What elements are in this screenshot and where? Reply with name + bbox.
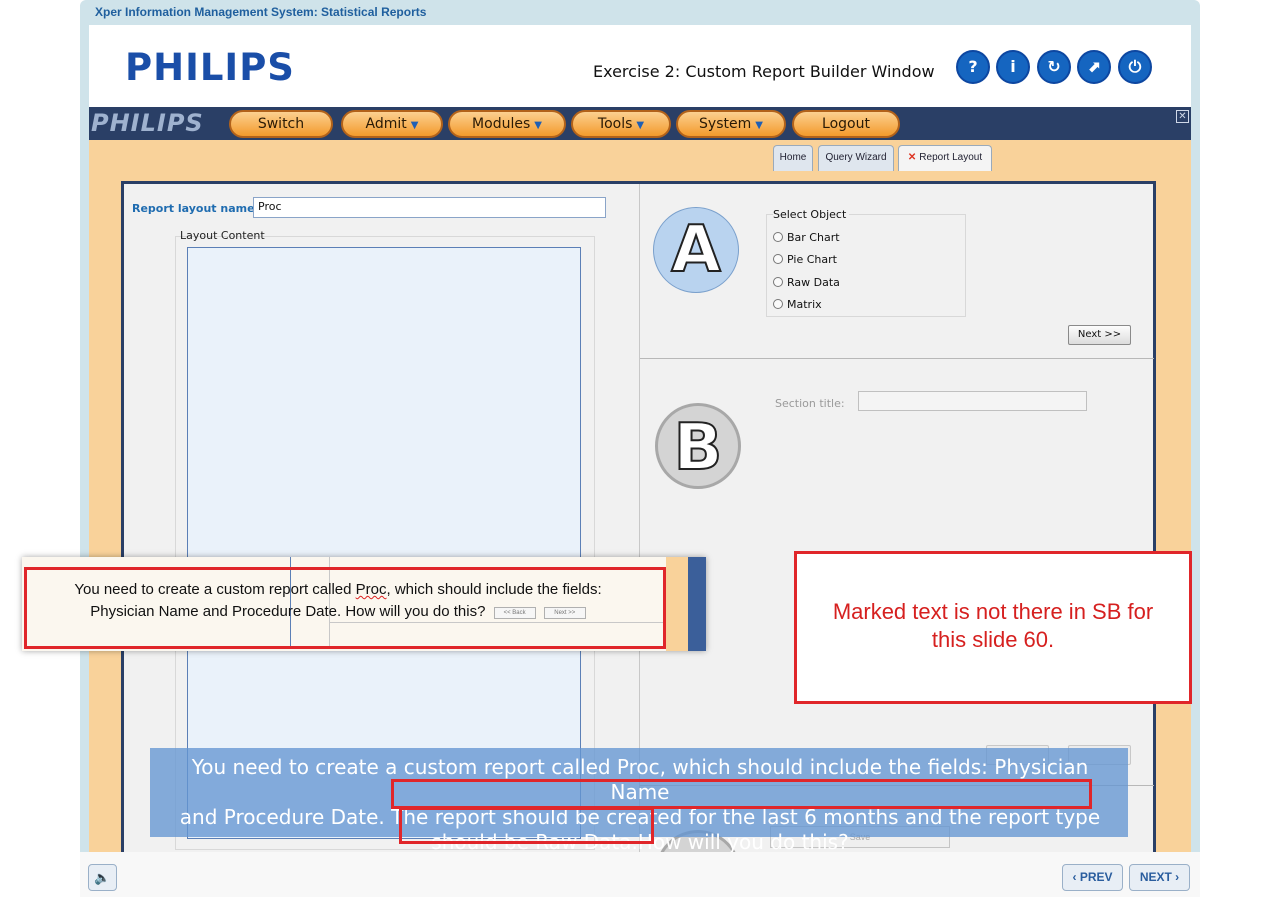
review-note-line: Marked text is not there in SB for bbox=[832, 599, 1154, 624]
power-icon[interactable]: ⏻ bbox=[1118, 50, 1152, 84]
exercise-title: Exercise 2: Custom Report Builder Window bbox=[593, 62, 935, 81]
radio-icon bbox=[773, 254, 783, 264]
select-object-title: Select Object bbox=[773, 208, 850, 221]
menu-admit-button[interactable]: Admit ▼ bbox=[341, 110, 443, 138]
tab-report-layout-label: Report Layout bbox=[919, 152, 983, 163]
tab-query-wizard[interactable]: Query Wizard bbox=[818, 145, 894, 171]
step-b-badge: B bbox=[655, 403, 741, 489]
markup-highlight bbox=[24, 567, 666, 649]
chevron-right-icon: › bbox=[1175, 870, 1180, 884]
menu-system-button[interactable]: System ▼ bbox=[676, 110, 786, 138]
chevron-down-icon: ▼ bbox=[534, 120, 542, 131]
menu-tools-label: Tools bbox=[597, 116, 633, 132]
tab-bar bbox=[89, 140, 1191, 172]
chevron-down-icon: ▼ bbox=[755, 120, 763, 131]
course-footer bbox=[80, 852, 1200, 897]
chevron-down-icon: ▼ bbox=[636, 120, 645, 131]
radio-matrix[interactable]: Matrix bbox=[773, 298, 822, 311]
prev-button[interactable]: ‹ PREV bbox=[1062, 864, 1123, 891]
slide-stage: Xper Information Management System: Stat… bbox=[0, 0, 1280, 897]
menu-logout-button[interactable]: Logout bbox=[792, 110, 900, 138]
radio-icon bbox=[773, 277, 783, 287]
markup-highlight bbox=[391, 779, 1092, 809]
tab-report-layout[interactable]: ✕ Report Layout bbox=[898, 145, 992, 171]
menu-admit-label: Admit bbox=[365, 116, 407, 132]
next-label: NEXT bbox=[1139, 870, 1172, 884]
review-note-line: this slide 60. bbox=[931, 627, 1055, 652]
radio-raw-data[interactable]: Raw Data bbox=[773, 276, 840, 289]
tab-home-label: Home bbox=[779, 152, 807, 163]
tab-home[interactable]: Home bbox=[773, 145, 813, 171]
close-tab-icon[interactable]: ✕ bbox=[908, 152, 916, 163]
radio-icon bbox=[773, 232, 783, 242]
replay-icon[interactable]: ↻ bbox=[1037, 50, 1071, 84]
radio-label: Matrix bbox=[787, 298, 822, 311]
chevron-left-icon: ‹ bbox=[1072, 870, 1077, 884]
markup-highlight bbox=[399, 807, 654, 844]
snippet-scrollbar bbox=[688, 557, 706, 651]
menu-switch-button[interactable]: Switch bbox=[229, 110, 333, 138]
next-slide-button[interactable]: NEXT › bbox=[1129, 864, 1190, 891]
radio-icon bbox=[773, 299, 783, 309]
compass-icon[interactable]: ⬈ bbox=[1077, 50, 1111, 84]
close-icon[interactable]: ✕ bbox=[1176, 110, 1189, 123]
next-button[interactable]: Next >> bbox=[1068, 325, 1131, 345]
menu-logout-label: Logout bbox=[822, 116, 870, 132]
section-title-label: Section title: bbox=[775, 397, 845, 410]
menu-modules-label: Modules bbox=[472, 116, 531, 132]
section-title-input[interactable] bbox=[858, 391, 1087, 411]
menu-system-label: System bbox=[699, 116, 752, 132]
info-icon[interactable]: i bbox=[996, 50, 1030, 84]
philips-logo: PHILIPS bbox=[125, 46, 295, 89]
divider bbox=[640, 358, 1154, 359]
prev-label: PREV bbox=[1079, 870, 1113, 884]
chevron-down-icon: ▼ bbox=[410, 120, 419, 131]
step-a-badge: A bbox=[653, 207, 739, 293]
help-icon[interactable]: ? bbox=[956, 50, 990, 84]
course-title: Xper Information Management System: Stat… bbox=[95, 5, 427, 19]
menu-modules-button[interactable]: Modules ▼ bbox=[448, 110, 566, 138]
snippet-strip bbox=[666, 557, 688, 651]
report-layout-name-label: Report layout name: bbox=[132, 202, 259, 215]
review-note: Marked text is not there in SB for this … bbox=[797, 598, 1189, 654]
menu-tools-button[interactable]: Tools ▼ bbox=[571, 110, 671, 138]
app-logo: PHILIPS bbox=[91, 109, 204, 137]
report-layout-name-input[interactable]: Proc bbox=[253, 197, 606, 218]
radio-bar-chart[interactable]: Bar Chart bbox=[773, 231, 840, 244]
radio-label: Bar Chart bbox=[787, 231, 840, 244]
radio-label: Raw Data bbox=[787, 276, 840, 289]
tab-query-wizard-label: Query Wizard bbox=[825, 152, 887, 163]
speaker-icon: 🔈 bbox=[94, 870, 111, 885]
radio-label: Pie Chart bbox=[787, 253, 837, 266]
audio-button[interactable]: 🔈 bbox=[88, 864, 117, 891]
menu-switch-label: Switch bbox=[257, 116, 305, 132]
radio-pie-chart[interactable]: Pie Chart bbox=[773, 253, 837, 266]
layout-content-label: Layout Content bbox=[180, 229, 265, 242]
